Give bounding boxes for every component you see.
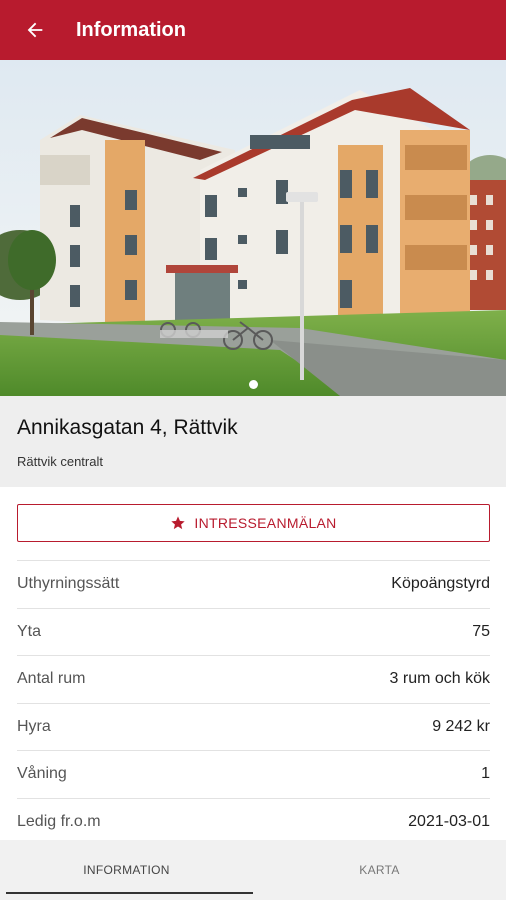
detail-value: 1 — [481, 765, 490, 783]
detail-value: 2021-03-01 — [408, 812, 490, 830]
tab-information[interactable]: INFORMATION — [0, 840, 253, 900]
detail-label: Uthyrningssätt — [17, 575, 120, 593]
detail-label: Hyra — [17, 717, 51, 735]
detail-row-size: Yta 75 — [17, 607, 490, 656]
details-list: Uthyrningssätt Köpoängstyrd Yta 75 Antal… — [17, 560, 490, 845]
detail-value: 75 — [472, 622, 490, 640]
listing-header: Annikasgatan 4, Rättvik Rättvik centralt — [0, 396, 506, 487]
detail-value: 3 rum och kök — [389, 670, 490, 688]
arrow-left-icon — [27, 22, 43, 38]
tab-information-label: INFORMATION — [83, 863, 170, 877]
interest-button[interactable]: INTRESSEANMÄLAN — [17, 504, 490, 542]
carousel-indicator — [0, 380, 506, 389]
detail-value: 9 242 kr — [432, 717, 490, 735]
detail-value: Köpoängstyrd — [391, 575, 490, 593]
listing-area: Rättvik centralt — [17, 454, 103, 469]
bottom-navigation: INFORMATION KARTA — [0, 840, 506, 900]
back-button[interactable] — [0, 0, 70, 60]
detail-label: Våning — [17, 765, 67, 783]
tab-karta-label: KARTA — [359, 863, 400, 877]
interest-button-label: INTRESSEANMÄLAN — [194, 515, 337, 531]
detail-row-rent: Hyra 9 242 kr — [17, 702, 490, 751]
carousel-dot[interactable] — [248, 380, 258, 389]
detail-row-rooms: Antal rum 3 rum och kök — [17, 655, 490, 703]
detail-row-available-from: Ledig fr.o.m 2021-03-01 — [17, 797, 490, 846]
active-tab-indicator — [6, 892, 253, 894]
detail-label: Yta — [17, 622, 42, 640]
detail-label: Ledig fr.o.m — [17, 812, 101, 830]
detail-row-floor: Våning 1 — [17, 750, 490, 798]
image-carousel[interactable] — [0, 60, 506, 396]
detail-label: Antal rum — [17, 670, 86, 688]
app-bar: Information — [0, 0, 506, 60]
tab-karta[interactable]: KARTA — [253, 840, 506, 900]
detail-row-rental-type: Uthyrningssätt Köpoängstyrd — [17, 560, 490, 608]
page-title: Information — [76, 18, 186, 41]
star-icon — [170, 515, 186, 531]
listing-address: Annikasgatan 4, Rättvik — [17, 416, 238, 439]
building-photo — [0, 60, 506, 396]
